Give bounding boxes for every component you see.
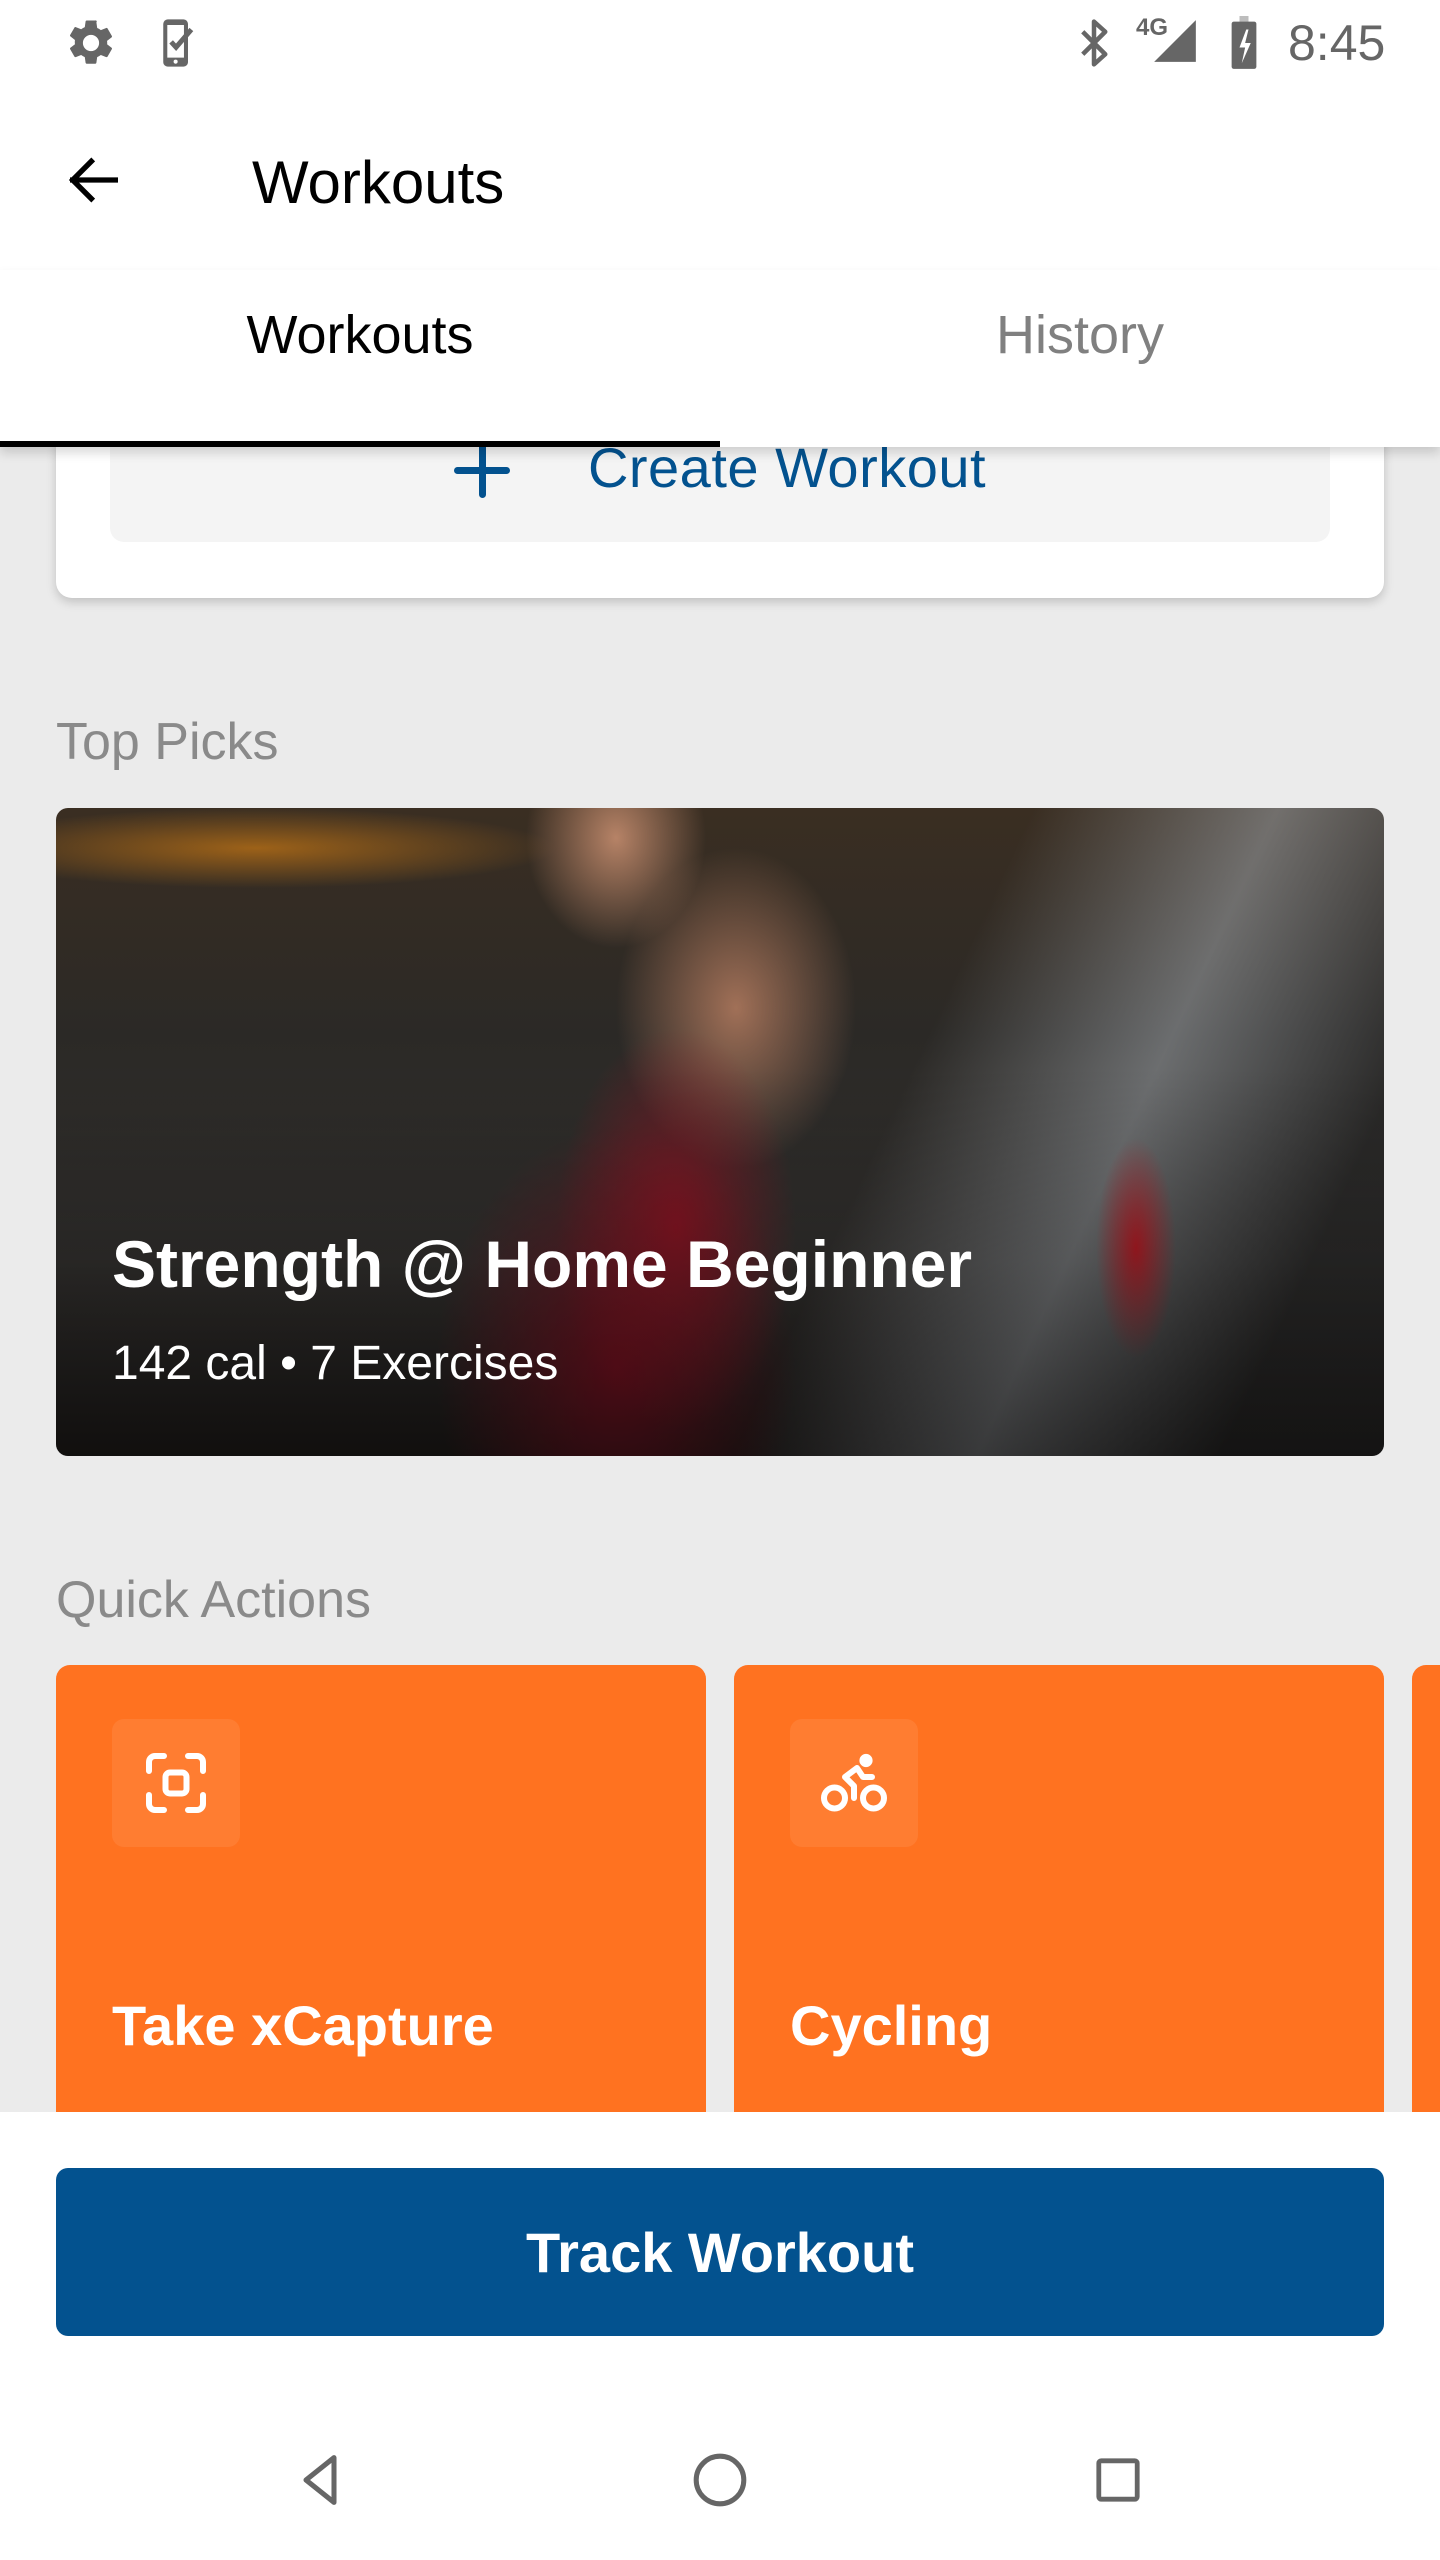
back-triangle-icon <box>303 2455 337 2505</box>
quick-action-take-xcapture[interactable]: Take xCapture <box>56 1665 706 2165</box>
cyclist-icon <box>821 1753 887 1812</box>
scan-frame-icon <box>146 1753 206 1813</box>
quick-action-label: Cycling <box>790 1994 993 2057</box>
quick-action-cycling[interactable]: Cycling <box>734 1665 1384 2165</box>
quick-actions-carousel[interactable]: Take xCapture Cycling <box>56 1665 1440 2165</box>
top-picks-heading: Top Picks <box>56 713 279 771</box>
system-nav-bar <box>0 2400 1440 2560</box>
quick-action-label: Take xCapture <box>112 1994 494 2057</box>
gear-icon <box>69 20 113 64</box>
featured-workout-meta: 142 cal • 7 Exercises <box>112 1337 559 1390</box>
phone-check-icon <box>163 19 194 67</box>
featured-workout-title: Strength @ Home Beginner <box>112 1227 973 1301</box>
active-tab-indicator <box>0 441 720 447</box>
nav-home-button[interactable] <box>688 2448 752 2512</box>
battery-charging-icon <box>1231 16 1257 69</box>
recents-square-icon <box>1096 2458 1140 2502</box>
tab-bar: Workouts History <box>0 270 1440 447</box>
nav-recents-button[interactable] <box>1086 2448 1150 2512</box>
bluetooth-icon <box>1081 19 1108 67</box>
clock: 8:45 <box>1288 15 1386 71</box>
status-bar: 4G 8:45 <box>0 0 1440 96</box>
signal-4g-icon <box>1154 20 1196 62</box>
page-title: Workouts <box>252 149 505 216</box>
icon-container <box>790 1719 918 1847</box>
arrow-left-icon[interactable] <box>58 148 130 212</box>
tab-workouts[interactable]: Workouts <box>0 270 720 447</box>
quick-action-partial[interactable] <box>1412 1665 1440 2165</box>
nav-back-button[interactable] <box>288 2448 352 2512</box>
track-workout-button[interactable]: Track Workout <box>56 2168 1384 2336</box>
icon-container <box>112 1719 240 1847</box>
tab-history[interactable]: History <box>720 270 1440 447</box>
app-bar: Workouts <box>0 96 1440 270</box>
featured-workout-card[interactable]: Strength @ Home Beginner 142 cal • 7 Exe… <box>56 808 1384 1456</box>
plus-icon <box>453 442 510 498</box>
quick-actions-heading: Quick Actions <box>56 1571 372 1629</box>
home-circle-icon <box>693 2453 747 2507</box>
